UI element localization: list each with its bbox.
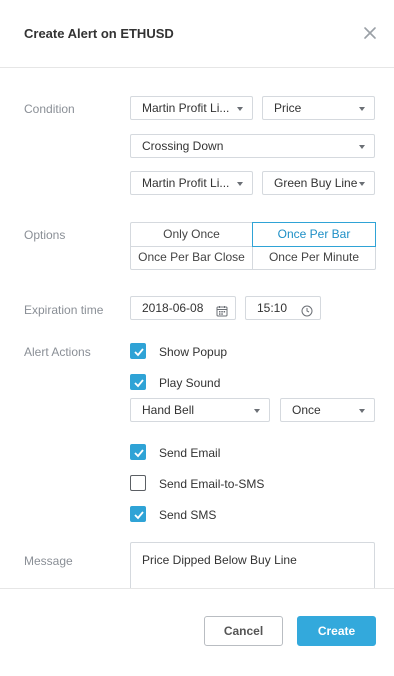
options-label: Options: [24, 228, 66, 242]
expiration-time-input[interactable]: 15:10: [245, 296, 321, 320]
chevron-down-icon: [359, 409, 365, 413]
target-field-select[interactable]: Green Buy Line: [262, 171, 375, 195]
sound-value: Hand Bell: [142, 403, 195, 417]
chevron-down-icon: [237, 182, 243, 186]
expiration-date-input[interactable]: 2018-06-08: [130, 296, 236, 320]
condition-field-select[interactable]: Price: [262, 96, 375, 120]
dialog-header: Create Alert on ETHUSD: [0, 0, 394, 68]
checkmark-icon: [134, 379, 144, 388]
chevron-down-icon: [254, 409, 260, 413]
message-label: Message: [24, 554, 73, 568]
sound-repeat-value: Once: [292, 403, 321, 417]
dialog-footer: Cancel Create: [0, 588, 394, 676]
target-source-select[interactable]: Martin Profit Li...: [130, 171, 253, 195]
sound-select[interactable]: Hand Bell: [130, 398, 270, 422]
option-once-per-bar-close[interactable]: Once Per Bar Close: [131, 246, 252, 270]
condition-operator-select[interactable]: Crossing Down: [130, 134, 375, 158]
expiration-time-value: 15:10: [257, 301, 288, 315]
chevron-down-icon: [359, 182, 365, 186]
create-button[interactable]: Create: [297, 616, 376, 646]
condition-source-select[interactable]: Martin Profit Li...: [130, 96, 253, 120]
target-source-value: Martin Profit Li...: [142, 176, 230, 190]
send-email-to-sms-label[interactable]: Send Email-to-SMS: [159, 477, 264, 491]
chevron-down-icon: [237, 107, 243, 111]
condition-source-value: Martin Profit Li...: [142, 101, 230, 115]
play-sound-checkbox[interactable]: [130, 374, 146, 390]
checkmark-icon: [134, 348, 144, 357]
checkmark-icon: [134, 449, 144, 458]
close-icon[interactable]: [362, 25, 378, 41]
send-sms-checkbox[interactable]: [130, 506, 146, 522]
clock-icon[interactable]: [301, 302, 313, 317]
send-sms-label[interactable]: Send SMS: [159, 508, 216, 522]
condition-field-value: Price: [274, 101, 302, 115]
checkmark-icon: [134, 511, 144, 520]
expiration-label: Expiration time: [24, 303, 104, 317]
send-email-checkbox[interactable]: [130, 444, 146, 460]
option-only-once[interactable]: Only Once: [131, 223, 252, 247]
show-popup-checkbox[interactable]: [130, 343, 146, 359]
create-alert-dialog: Create Alert on ETHUSD Condition Martin …: [0, 0, 394, 676]
options-segmented-control: Only Once Once Per Bar Once Per Bar Clos…: [130, 222, 376, 270]
send-email-to-sms-checkbox[interactable]: [130, 475, 146, 491]
condition-operator-value: Crossing Down: [142, 139, 224, 153]
calendar-icon[interactable]: [216, 302, 228, 317]
option-once-per-bar[interactable]: Once Per Bar: [252, 222, 376, 247]
condition-label: Condition: [24, 102, 75, 116]
dialog-title: Create Alert on ETHUSD: [24, 26, 174, 41]
expiration-date-value: 2018-06-08: [142, 301, 204, 315]
option-once-per-minute[interactable]: Once Per Minute: [253, 246, 375, 270]
show-popup-label[interactable]: Show Popup: [159, 345, 227, 359]
play-sound-label[interactable]: Play Sound: [159, 376, 220, 390]
send-email-label[interactable]: Send Email: [159, 446, 220, 460]
sound-repeat-select[interactable]: Once: [280, 398, 375, 422]
target-field-value: Green Buy Line: [274, 176, 358, 190]
chevron-down-icon: [359, 145, 365, 149]
alert-actions-label: Alert Actions: [24, 345, 91, 359]
cancel-button[interactable]: Cancel: [204, 616, 283, 646]
chevron-down-icon: [359, 107, 365, 111]
